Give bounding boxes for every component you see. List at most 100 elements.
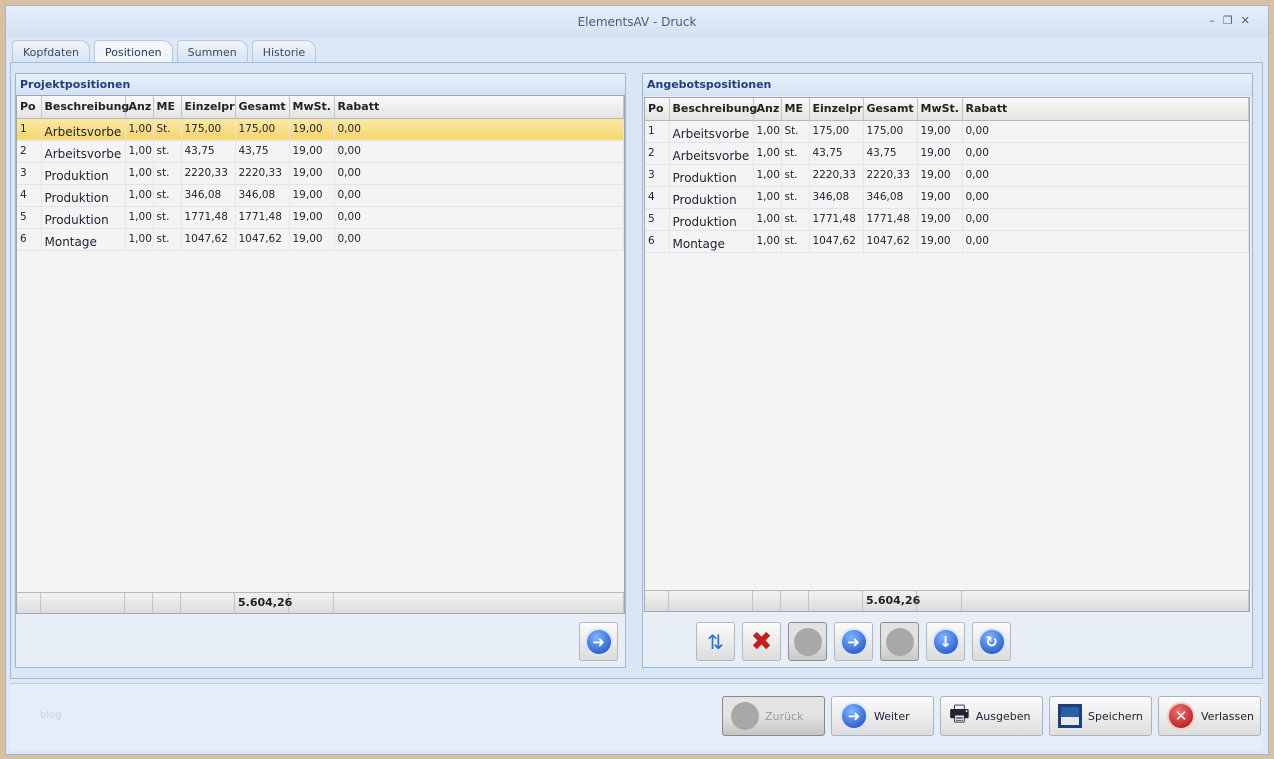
refresh-button[interactable]: ⇅ bbox=[696, 622, 735, 661]
positionen-panel: Projektpositionen Po Beschreibung Anz ME Ein… bbox=[10, 62, 1263, 679]
floppy-icon bbox=[1058, 704, 1082, 728]
delete-button[interactable]: ✖ bbox=[742, 622, 781, 661]
table-cell: 1,00 bbox=[125, 228, 154, 251]
redo-button[interactable]: ↻ bbox=[972, 622, 1011, 661]
delete-x-icon: ✖ bbox=[750, 626, 773, 657]
close-icon[interactable]: ✕ bbox=[1241, 14, 1258, 27]
table-cell: Produktion bbox=[41, 206, 126, 229]
table-cell: St. bbox=[781, 120, 810, 143]
tab-historie[interactable]: Historie bbox=[251, 40, 317, 63]
table-cell: 0,00 bbox=[334, 184, 624, 207]
verlassen-button[interactable]: ✕ Verlassen bbox=[1158, 696, 1261, 736]
table-row[interactable]: 5 Produktion 1,00 st. 1771,48 1771,48 19,00 0,0… bbox=[645, 208, 1249, 231]
table-cell: 0,00 bbox=[962, 230, 1249, 253]
table-cell: 2220,33 bbox=[235, 162, 290, 185]
table-cell: 0,00 bbox=[962, 120, 1249, 143]
move-right-button[interactable]: ➜ bbox=[834, 622, 873, 661]
table-cell: 1,00 bbox=[753, 120, 782, 143]
column-header[interactable]: Anz bbox=[753, 98, 782, 121]
summary-cell bbox=[181, 593, 235, 613]
table-cell: 1,00 bbox=[753, 186, 782, 209]
table-cell: 19,00 bbox=[289, 228, 335, 251]
table-row[interactable]: 6 Montage 1,00 st. 1047,62 1047,62 19,00 0,00 bbox=[645, 230, 1249, 253]
speichern-button[interactable]: Speichern bbox=[1049, 696, 1152, 736]
table-cell: 43,75 bbox=[809, 142, 864, 165]
table-cell: Produktion bbox=[41, 184, 126, 207]
ausgeben-button[interactable]: 🖶 Ausgeben bbox=[940, 696, 1043, 736]
ausgeben-label: Ausgeben bbox=[975, 709, 1031, 723]
column-header[interactable]: Gesamt bbox=[863, 98, 918, 121]
summary-row: 5.604,26 bbox=[17, 592, 624, 613]
summary-row: 5.604,26 bbox=[645, 590, 1249, 611]
table-cell: 0,00 bbox=[962, 186, 1249, 209]
total-gesamt: 5.604,26 bbox=[235, 593, 292, 613]
table-row[interactable]: 4 Produktion 1,00 st. 346,08 346,08 19,00 0,00 bbox=[17, 184, 624, 207]
header-row: Po Beschreibung Anz ME Einzelpr Gesamt MwSt. Ra… bbox=[17, 96, 624, 119]
summary-cell bbox=[125, 593, 153, 613]
table-cell: 2220,33 bbox=[809, 164, 864, 187]
weiter-button[interactable]: ➜ Weiter bbox=[831, 696, 934, 736]
projektpositionen-grid[interactable]: Po Beschreibung Anz ME Einzelpr Gesamt MwSt. Ra… bbox=[16, 95, 625, 614]
column-header[interactable]: Po bbox=[645, 98, 670, 121]
table-cell: 4 bbox=[645, 186, 670, 209]
table-cell: 175,00 bbox=[863, 120, 918, 143]
column-header[interactable]: Gesamt bbox=[235, 96, 290, 119]
column-header[interactable]: Po bbox=[17, 96, 42, 119]
table-cell: 19,00 bbox=[917, 208, 963, 231]
column-header[interactable]: ME bbox=[153, 96, 182, 119]
projektpositionen-group: Projektpositionen Po Beschreibung Anz ME Ein… bbox=[15, 73, 626, 668]
window-title: ElementsAV - Druck bbox=[577, 15, 697, 29]
column-header[interactable]: Anz bbox=[125, 96, 154, 119]
zurueck-button[interactable]: Zurück bbox=[722, 696, 825, 736]
column-header[interactable]: Beschreibung bbox=[669, 98, 757, 121]
table-row[interactable]: 3 Produktion 1,00 st. 2220,33 2220,33 19,00 0,0… bbox=[645, 164, 1249, 187]
angebotspositionen-grid[interactable]: Po Beschreibung Anz ME Einzelpr Gesamt MwSt. Ra… bbox=[644, 97, 1250, 612]
column-header[interactable]: MwSt. bbox=[289, 96, 335, 119]
column-header[interactable]: Einzelpr bbox=[181, 96, 236, 119]
table-cell: 0,00 bbox=[962, 142, 1249, 165]
table-row[interactable]: 1 Arbeitsvorbe 1,00 St. 175,00 175,00 19,00 0,0… bbox=[645, 120, 1249, 143]
table-cell: 5 bbox=[17, 206, 42, 229]
tab-positionen[interactable]: Positionen bbox=[94, 40, 173, 63]
column-header[interactable]: Rabatt bbox=[962, 98, 1249, 121]
column-header[interactable]: ME bbox=[781, 98, 810, 121]
table-row[interactable]: 2 Arbeitsvorbe 1,00 st. 43,75 43,75 19,00 0,00 bbox=[645, 142, 1249, 165]
table-row[interactable]: 6 Montage 1,00 st. 1047,62 1047,62 19,00 0,00 bbox=[17, 228, 624, 251]
tab-kopfdaten[interactable]: Kopfdaten bbox=[12, 40, 91, 63]
summary-cell bbox=[809, 591, 863, 611]
disabled-button-1[interactable] bbox=[788, 622, 827, 661]
column-header[interactable]: Einzelpr bbox=[809, 98, 864, 121]
column-header[interactable]: MwSt. bbox=[917, 98, 963, 121]
column-header[interactable]: Beschreibung bbox=[41, 96, 129, 119]
table-row[interactable]: 4 Produktion 1,00 st. 346,08 346,08 19,00 0,00 bbox=[645, 186, 1249, 209]
table-cell: 19,00 bbox=[289, 162, 335, 185]
summary-cell bbox=[289, 593, 334, 613]
table-row[interactable]: 3 Produktion 1,00 st. 2220,33 2220,33 19,00 0,0… bbox=[17, 162, 624, 185]
disabled-icon bbox=[793, 627, 822, 656]
arrow-right-icon: ➜ bbox=[584, 627, 613, 656]
tab-summen[interactable]: Summen bbox=[176, 40, 248, 63]
table-row[interactable]: 1 Arbeitsvorbe 1,00 St. 175,00 175,00 19,00 0,0… bbox=[17, 118, 624, 141]
speichern-label: Speichern bbox=[1088, 709, 1143, 723]
table-cell: st. bbox=[781, 186, 810, 209]
disabled-button-2[interactable] bbox=[880, 622, 919, 661]
table-row[interactable]: 5 Produktion 1,00 st. 1771,48 1771,48 19,00 0,0… bbox=[17, 206, 624, 229]
table-cell: 346,08 bbox=[809, 186, 864, 209]
table-cell: 0,00 bbox=[962, 208, 1249, 231]
table-cell: 0,00 bbox=[334, 162, 624, 185]
column-header[interactable]: Rabatt bbox=[334, 96, 624, 119]
transfer-right-button[interactable]: ➜ bbox=[579, 622, 618, 661]
table-row[interactable]: 2 Arbeitsvorbe 1,00 st. 43,75 43,75 19,00 0,00 bbox=[17, 140, 624, 163]
table-cell: st. bbox=[153, 206, 182, 229]
minimize-icon[interactable]: – bbox=[1209, 14, 1223, 27]
summary-cell bbox=[334, 593, 624, 613]
redo-icon: ↻ bbox=[977, 627, 1006, 656]
move-down-button[interactable]: ↓ bbox=[926, 622, 965, 661]
zurueck-label: Zurück bbox=[765, 709, 804, 723]
table-cell: 1771,48 bbox=[235, 206, 290, 229]
table-cell: Arbeitsvorbe bbox=[669, 120, 754, 143]
restore-icon[interactable]: ❐ bbox=[1223, 14, 1241, 27]
table-cell: 3 bbox=[645, 164, 670, 187]
table-cell: 1,00 bbox=[125, 184, 154, 207]
table-cell: 0,00 bbox=[334, 118, 624, 141]
